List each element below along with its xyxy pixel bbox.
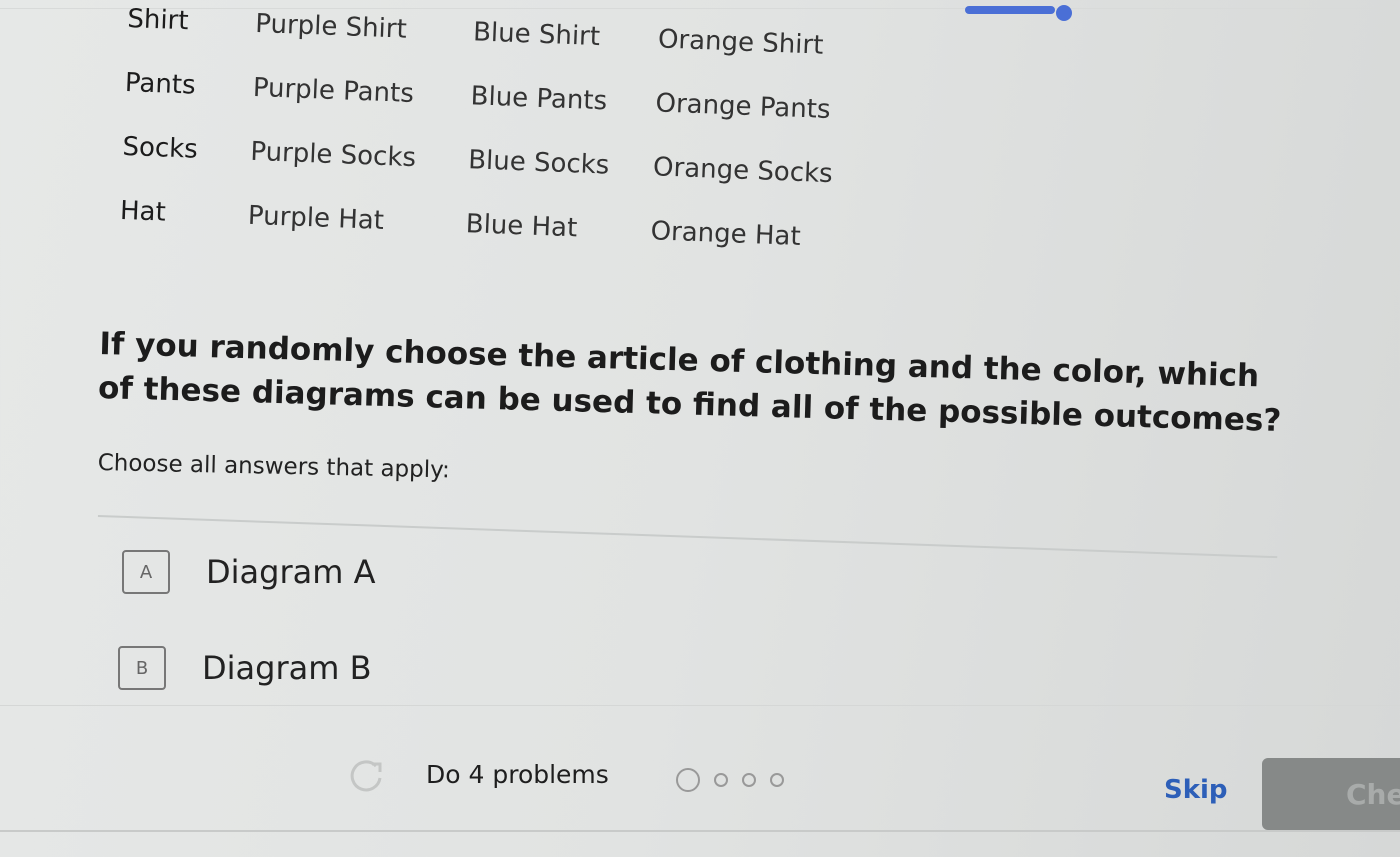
progress-dot	[714, 773, 728, 787]
choice-letter-box[interactable]: A	[122, 550, 170, 594]
table-cell: Blue Pants	[470, 81, 608, 117]
bottom-divider	[0, 830, 1400, 832]
progress-handle	[1056, 5, 1072, 21]
table-cell: Orange Hat	[650, 216, 802, 252]
check-button[interactable]: Check	[1262, 758, 1400, 830]
outcomes-table: Shirt Purple Shirt Blue Shirt Orange Shi…	[118, 4, 838, 287]
skip-button[interactable]: Skip	[1164, 775, 1228, 805]
task-label: Do 4 problems	[426, 760, 609, 789]
choice-label: Diagram A	[206, 553, 376, 591]
table-cell: Orange Pants	[655, 88, 832, 126]
progress-dot	[770, 773, 784, 787]
table-cell: Orange Socks	[652, 152, 834, 190]
refresh-icon	[350, 760, 382, 792]
problem-progress-dots	[676, 768, 784, 792]
progress-dot-current	[676, 768, 700, 792]
progress-dot	[742, 773, 756, 787]
table-cell: Blue Shirt	[472, 17, 601, 53]
row-header: Shirt	[126, 4, 190, 37]
row-header: Pants	[124, 67, 197, 101]
table-cell: Purple Shirt	[254, 8, 408, 45]
footer-divider	[0, 705, 1400, 706]
choice-label: Diagram B	[202, 649, 372, 687]
choice-diagram-a[interactable]: A Diagram A	[122, 550, 375, 594]
choice-diagram-b[interactable]: B Diagram B	[118, 646, 372, 690]
table-cell: Orange Shirt	[657, 24, 824, 61]
row-header: Socks	[121, 131, 199, 165]
instruction-text: Choose all answers that apply:	[97, 450, 451, 484]
table-cell: Blue Socks	[467, 145, 610, 181]
progress-bar	[965, 6, 1055, 14]
question-text: If you randomly choose the article of cl…	[97, 325, 1282, 440]
choice-letter-box[interactable]: B	[118, 646, 166, 690]
table-cell: Blue Hat	[465, 209, 578, 244]
row-header: Hat	[119, 195, 167, 228]
